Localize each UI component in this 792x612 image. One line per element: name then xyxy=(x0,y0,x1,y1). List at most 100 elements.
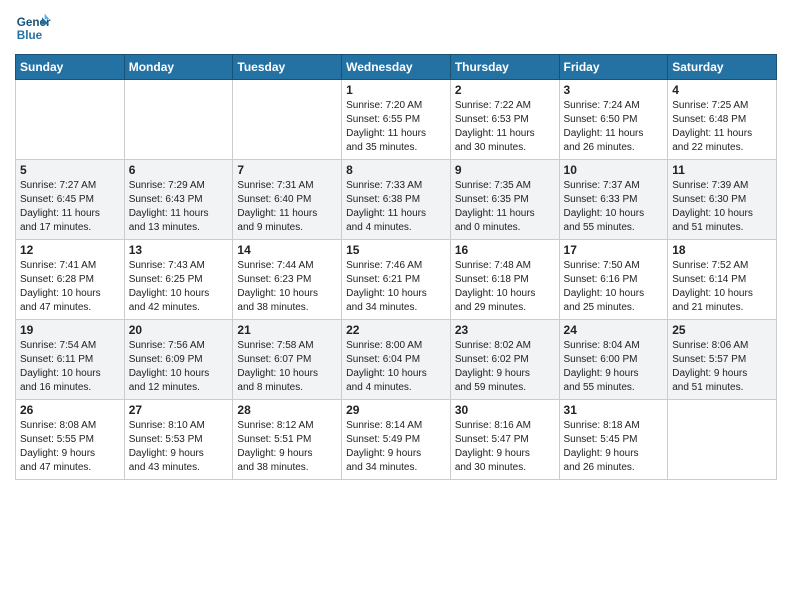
column-header-thursday: Thursday xyxy=(450,55,559,80)
day-cell: 28Sunrise: 8:12 AM Sunset: 5:51 PM Dayli… xyxy=(233,400,342,480)
day-number: 14 xyxy=(237,243,337,257)
day-number: 25 xyxy=(672,323,772,337)
day-number: 8 xyxy=(346,163,446,177)
day-number: 22 xyxy=(346,323,446,337)
day-number: 24 xyxy=(564,323,664,337)
page: General Blue SundayMondayTuesdayWednesda… xyxy=(0,0,792,612)
day-info: Sunrise: 8:00 AM Sunset: 6:04 PM Dayligh… xyxy=(346,339,446,395)
day-info: Sunrise: 7:39 AM Sunset: 6:30 PM Dayligh… xyxy=(672,179,772,235)
day-number: 23 xyxy=(455,323,555,337)
logo: General Blue xyxy=(15,10,55,46)
day-info: Sunrise: 7:22 AM Sunset: 6:53 PM Dayligh… xyxy=(455,99,555,155)
day-number: 12 xyxy=(20,243,120,257)
day-info: Sunrise: 8:08 AM Sunset: 5:55 PM Dayligh… xyxy=(20,419,120,475)
day-cell: 9 Sunrise: 7:35 AM Sunset: 6:35 PM Daylig… xyxy=(450,160,559,240)
column-header-friday: Friday xyxy=(559,55,668,80)
day-cell: 22 Sunrise: 8:00 AM Sunset: 6:04 PM Dayli… xyxy=(342,320,451,400)
day-number: 4 xyxy=(672,83,772,97)
day-number: 26 xyxy=(20,403,120,417)
day-info: Sunrise: 7:48 AM Sunset: 6:18 PM Dayligh… xyxy=(455,259,555,315)
day-number: 17 xyxy=(564,243,664,257)
day-info: Sunrise: 7:41 AM Sunset: 6:28 PM Dayligh… xyxy=(20,259,120,315)
day-info: Sunrise: 7:44 AM Sunset: 6:23 PM Dayligh… xyxy=(237,259,337,315)
day-number: 7 xyxy=(237,163,337,177)
day-number: 3 xyxy=(564,83,664,97)
day-number: 16 xyxy=(455,243,555,257)
calendar-table: SundayMondayTuesdayWednesdayThursdayFrid… xyxy=(15,54,777,480)
day-info: Sunrise: 7:50 AM Sunset: 6:16 PM Dayligh… xyxy=(564,259,664,315)
day-number: 6 xyxy=(129,163,229,177)
day-number: 2 xyxy=(455,83,555,97)
day-cell: 1Sunrise: 7:20 AM Sunset: 6:55 PM Daylig… xyxy=(342,80,451,160)
day-cell: 24 Sunrise: 8:04 AM Sunset: 6:00 PM Dayli… xyxy=(559,320,668,400)
day-cell: 14 Sunrise: 7:44 AM Sunset: 6:23 PM Dayli… xyxy=(233,240,342,320)
column-header-saturday: Saturday xyxy=(668,55,777,80)
day-number: 19 xyxy=(20,323,120,337)
day-cell: 20 Sunrise: 7:56 AM Sunset: 6:09 PM Dayli… xyxy=(124,320,233,400)
day-number: 13 xyxy=(129,243,229,257)
day-cell: 10 Sunrise: 7:37 AM Sunset: 6:33 PM Dayli… xyxy=(559,160,668,240)
day-cell: 27 Sunrise: 8:10 AM Sunset: 5:53 PM Dayli… xyxy=(124,400,233,480)
logo-icon: General Blue xyxy=(15,10,51,46)
day-number: 27 xyxy=(129,403,229,417)
day-cell: 25 Sunrise: 8:06 AM Sunset: 5:57 PM Dayli… xyxy=(668,320,777,400)
day-info: Sunrise: 8:14 AM Sunset: 5:49 PM Dayligh… xyxy=(346,419,446,475)
day-info: Sunrise: 8:04 AM Sunset: 6:00 PM Dayligh… xyxy=(564,339,664,395)
day-cell: 3Sunrise: 7:24 AM Sunset: 6:50 PM Daylig… xyxy=(559,80,668,160)
day-cell: 26 Sunrise: 8:08 AM Sunset: 5:55 PM Dayli… xyxy=(16,400,125,480)
day-info: Sunrise: 7:43 AM Sunset: 6:25 PM Dayligh… xyxy=(129,259,229,315)
day-info: Sunrise: 7:29 AM Sunset: 6:43 PM Dayligh… xyxy=(129,179,229,235)
day-cell: 8 Sunrise: 7:33 AM Sunset: 6:38 PM Daylig… xyxy=(342,160,451,240)
day-number: 10 xyxy=(564,163,664,177)
day-info: Sunrise: 7:25 AM Sunset: 6:48 PM Dayligh… xyxy=(672,99,772,155)
day-info: Sunrise: 7:56 AM Sunset: 6:09 PM Dayligh… xyxy=(129,339,229,395)
day-cell xyxy=(124,80,233,160)
column-header-wednesday: Wednesday xyxy=(342,55,451,80)
calendar-header-row: SundayMondayTuesdayWednesdayThursdayFrid… xyxy=(16,55,777,80)
day-cell: 17 Sunrise: 7:50 AM Sunset: 6:16 PM Dayli… xyxy=(559,240,668,320)
day-cell: 29 Sunrise: 8:14 AM Sunset: 5:49 PM Dayli… xyxy=(342,400,451,480)
day-cell: 12 Sunrise: 7:41 AM Sunset: 6:28 PM Dayli… xyxy=(16,240,125,320)
day-number: 11 xyxy=(672,163,772,177)
day-cell: 6 Sunrise: 7:29 AM Sunset: 6:43 PM Daylig… xyxy=(124,160,233,240)
day-cell: 11 Sunrise: 7:39 AM Sunset: 6:30 PM Dayli… xyxy=(668,160,777,240)
week-row-2: 5 Sunrise: 7:27 AM Sunset: 6:45 PM Daylig… xyxy=(16,160,777,240)
column-header-sunday: Sunday xyxy=(16,55,125,80)
week-row-4: 19 Sunrise: 7:54 AM Sunset: 6:11 PM Dayli… xyxy=(16,320,777,400)
day-info: Sunrise: 7:33 AM Sunset: 6:38 PM Dayligh… xyxy=(346,179,446,235)
day-info: Sunrise: 8:12 AM Sunset: 5:51 PM Dayligh… xyxy=(237,419,337,475)
day-cell: 2 Sunrise: 7:22 AM Sunset: 6:53 PM Daylig… xyxy=(450,80,559,160)
day-info: Sunrise: 8:10 AM Sunset: 5:53 PM Dayligh… xyxy=(129,419,229,475)
day-info: Sunrise: 7:54 AM Sunset: 6:11 PM Dayligh… xyxy=(20,339,120,395)
day-number: 30 xyxy=(455,403,555,417)
day-number: 5 xyxy=(20,163,120,177)
day-cell: 19 Sunrise: 7:54 AM Sunset: 6:11 PM Dayli… xyxy=(16,320,125,400)
day-number: 20 xyxy=(129,323,229,337)
day-info: Sunrise: 7:37 AM Sunset: 6:33 PM Dayligh… xyxy=(564,179,664,235)
day-info: Sunrise: 8:02 AM Sunset: 6:02 PM Dayligh… xyxy=(455,339,555,395)
day-info: Sunrise: 7:27 AM Sunset: 6:45 PM Dayligh… xyxy=(20,179,120,235)
day-cell: 13 Sunrise: 7:43 AM Sunset: 6:25 PM Dayli… xyxy=(124,240,233,320)
day-info: Sunrise: 8:18 AM Sunset: 5:45 PM Dayligh… xyxy=(564,419,664,475)
day-cell: 4 Sunrise: 7:25 AM Sunset: 6:48 PM Daylig… xyxy=(668,80,777,160)
day-number: 15 xyxy=(346,243,446,257)
column-header-monday: Monday xyxy=(124,55,233,80)
day-number: 29 xyxy=(346,403,446,417)
day-cell xyxy=(233,80,342,160)
day-info: Sunrise: 7:35 AM Sunset: 6:35 PM Dayligh… xyxy=(455,179,555,235)
calendar-body: 1Sunrise: 7:20 AM Sunset: 6:55 PM Daylig… xyxy=(16,80,777,480)
day-cell: 16 Sunrise: 7:48 AM Sunset: 6:18 PM Dayli… xyxy=(450,240,559,320)
day-number: 18 xyxy=(672,243,772,257)
svg-text:Blue: Blue xyxy=(17,29,43,42)
day-cell: 5 Sunrise: 7:27 AM Sunset: 6:45 PM Daylig… xyxy=(16,160,125,240)
day-cell: 31Sunrise: 8:18 AM Sunset: 5:45 PM Dayli… xyxy=(559,400,668,480)
day-number: 9 xyxy=(455,163,555,177)
day-info: Sunrise: 7:46 AM Sunset: 6:21 PM Dayligh… xyxy=(346,259,446,315)
day-cell: 21Sunrise: 7:58 AM Sunset: 6:07 PM Dayli… xyxy=(233,320,342,400)
day-info: Sunrise: 7:31 AM Sunset: 6:40 PM Dayligh… xyxy=(237,179,337,235)
day-cell: 30 Sunrise: 8:16 AM Sunset: 5:47 PM Dayli… xyxy=(450,400,559,480)
day-cell: 23 Sunrise: 8:02 AM Sunset: 6:02 PM Dayli… xyxy=(450,320,559,400)
day-cell: 15 Sunrise: 7:46 AM Sunset: 6:21 PM Dayli… xyxy=(342,240,451,320)
day-info: Sunrise: 8:06 AM Sunset: 5:57 PM Dayligh… xyxy=(672,339,772,395)
day-info: Sunrise: 8:16 AM Sunset: 5:47 PM Dayligh… xyxy=(455,419,555,475)
